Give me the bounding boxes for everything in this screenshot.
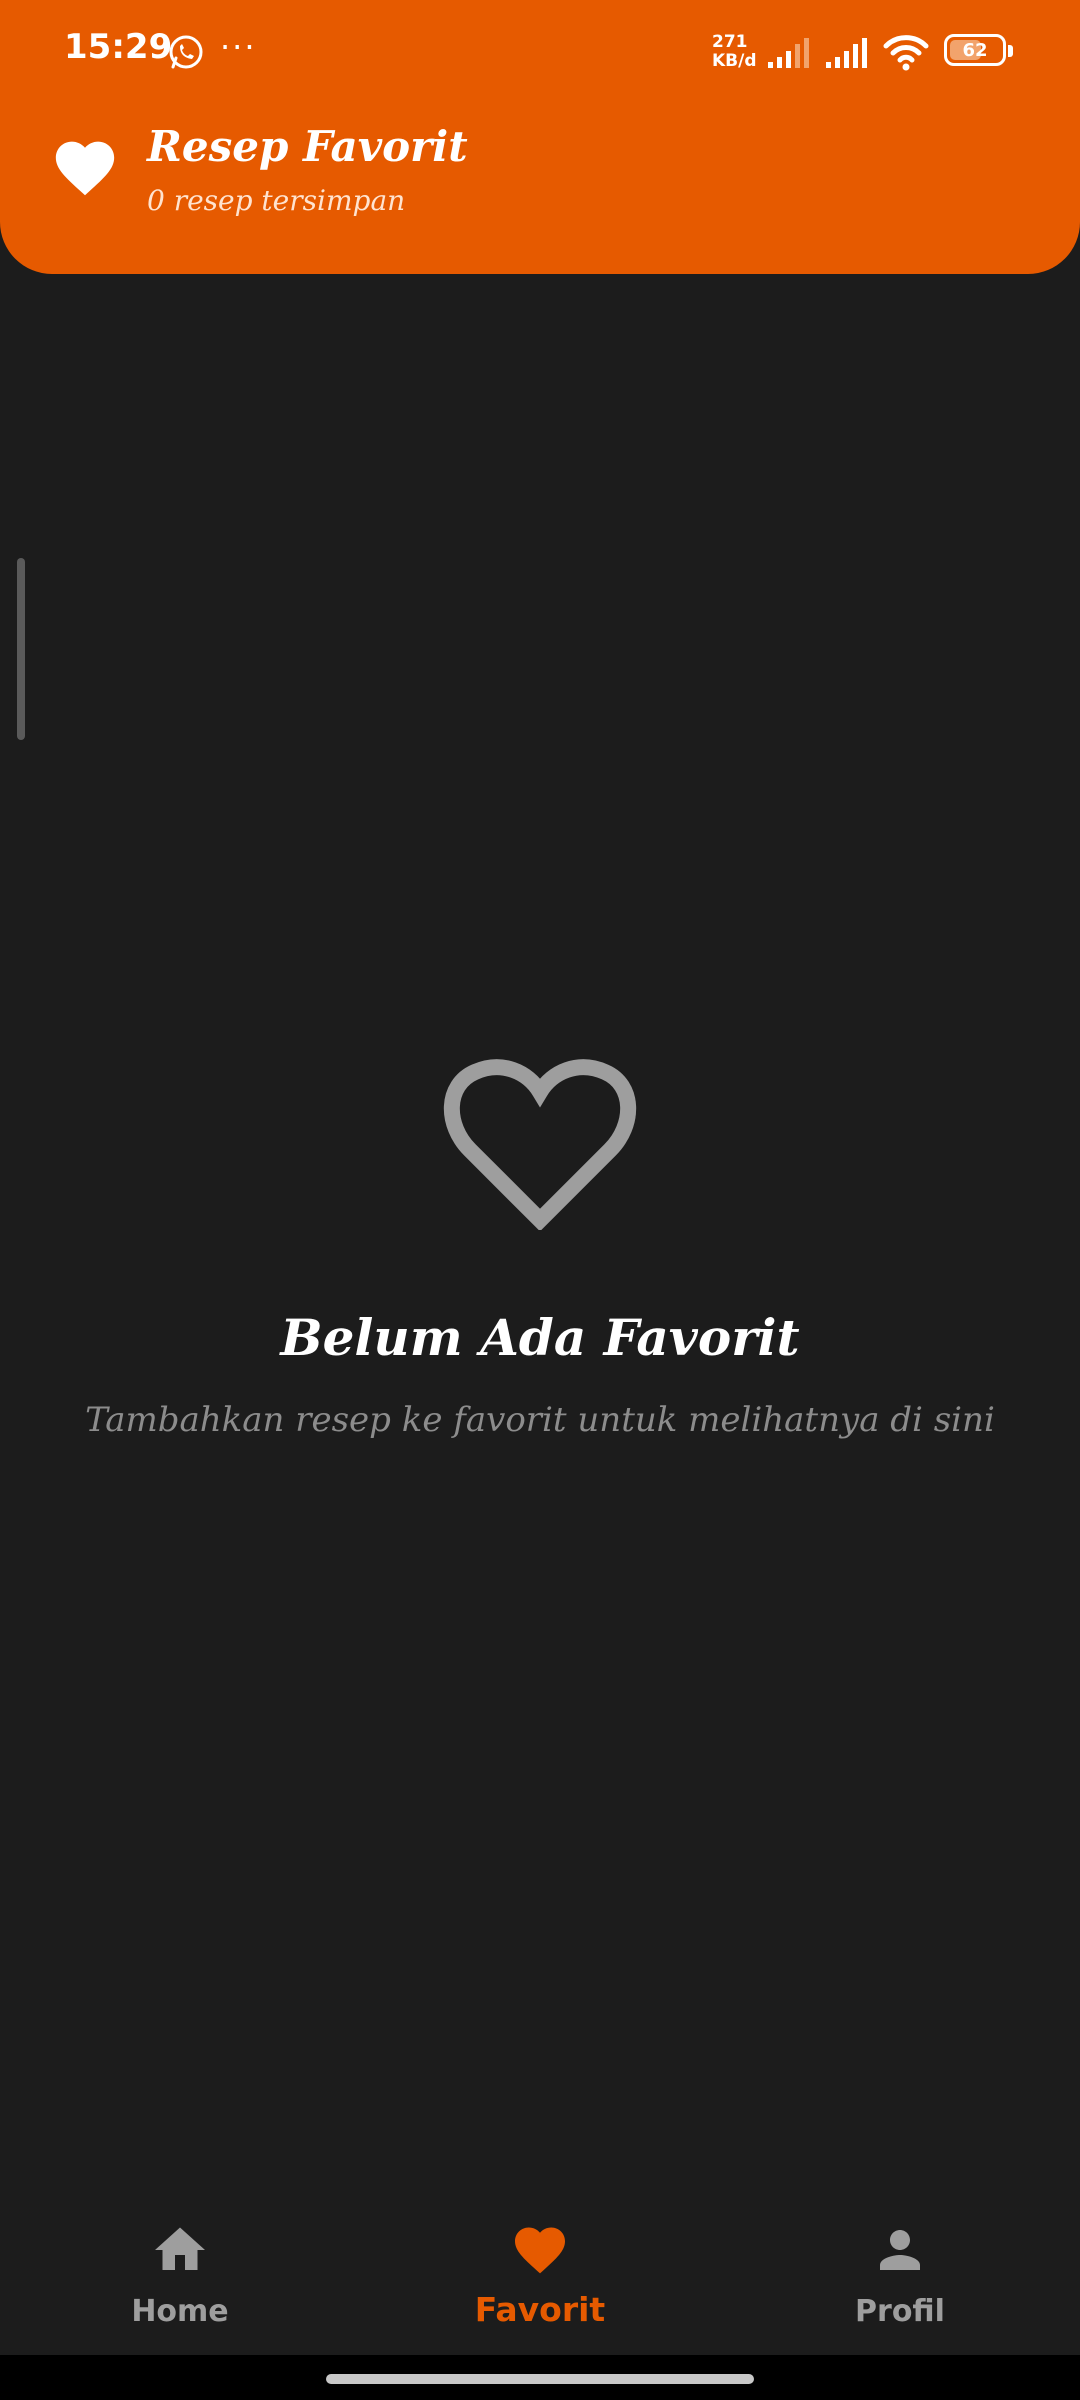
nav-label-home: Home xyxy=(131,2294,229,2329)
network-speed-unit: KB/d xyxy=(712,51,757,71)
nav-item-home[interactable]: Home xyxy=(30,2180,330,2355)
status-time: 15:29 xyxy=(64,27,173,67)
heart-outline-icon xyxy=(443,1059,637,1230)
page-title: Resep Favorit xyxy=(147,122,468,171)
nav-label-favorit: Favorit xyxy=(474,2290,606,2329)
network-speed: 271 KB/d xyxy=(712,33,757,71)
saved-recipes-count: 0 resep tersimpan xyxy=(147,184,406,217)
favorites-screen: 15:29 ··· 271 KB/d 62 Resep Favorit 0 re… xyxy=(0,0,1080,2400)
signal-icon xyxy=(768,38,809,68)
app-header: 15:29 ··· 271 KB/d 62 Resep Favorit 0 re… xyxy=(0,0,1080,274)
nav-label-profil: Profil xyxy=(855,2294,945,2329)
network-speed-value: 271 xyxy=(712,32,748,52)
home-icon xyxy=(155,2227,205,2270)
empty-state-message: Tambahkan resep ke favorit untuk melihat… xyxy=(85,1400,995,1440)
person-icon xyxy=(880,2230,920,2270)
heart-icon xyxy=(515,2227,565,2274)
nav-item-profil[interactable]: Profil xyxy=(750,2180,1050,2355)
status-bar: 15:29 ··· 271 KB/d 62 xyxy=(0,0,1080,100)
whatsapp-icon xyxy=(169,35,203,69)
more-notifications-icon: ··· xyxy=(220,28,257,66)
heart-icon xyxy=(55,141,115,196)
nav-item-favorit[interactable]: Favorit xyxy=(390,2180,690,2355)
bottom-navigation: Home Favorit Profil xyxy=(0,2180,1080,2355)
wifi-icon xyxy=(883,35,929,71)
scrollbar[interactable] xyxy=(17,558,25,740)
battery-level: 62 xyxy=(962,39,988,61)
empty-state-title: Belum Ada Favorit xyxy=(280,1308,800,1367)
signal-icon xyxy=(826,38,867,68)
battery-icon: 62 xyxy=(944,34,1013,66)
home-gesture-bar[interactable] xyxy=(326,2374,754,2384)
